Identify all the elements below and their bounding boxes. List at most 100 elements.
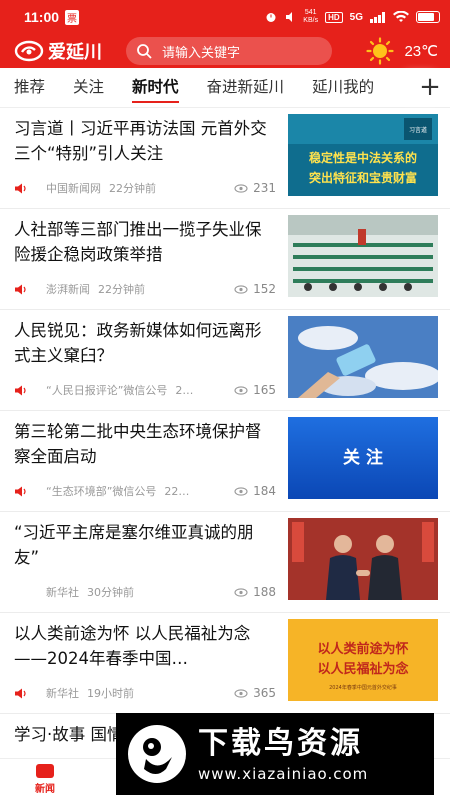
news-thumbnail[interactable]: [288, 518, 438, 600]
nav-news-label: 新闻: [35, 784, 55, 795]
news-meta: 新华社 19小时前 365: [14, 685, 276, 701]
eye-icon: [234, 385, 248, 395]
news-source: 澎湃新闻: [46, 283, 90, 296]
news-item[interactable]: 以人类前途为怀 以人民福祉为念——2024年春季中国… 新华社 19小时前 36…: [0, 613, 450, 714]
weather-widget[interactable]: 23℃: [366, 37, 438, 65]
news-feed: 习言道丨习近平再访法国 元首外交三个“特别”引人关注 中国新闻网 22分钟前 2…: [0, 108, 450, 758]
news-item[interactable]: 习言道丨习近平再访法国 元首外交三个“特别”引人关注 中国新闻网 22分钟前 2…: [0, 108, 450, 209]
view-count: 184: [234, 484, 276, 498]
news-item[interactable]: “习近平主席是塞尔维亚真诚的朋友” 新华社 30分钟前 188: [0, 512, 450, 613]
news-time: 22分钟前: [98, 283, 145, 296]
temperature: 23℃: [404, 43, 438, 60]
view-count: 165: [234, 383, 276, 397]
news-source: “生态环境部”微信公号: [46, 485, 157, 498]
status-bar: 11:00 票 541 KB/s HD 5G: [0, 0, 450, 34]
news-source: 新华社: [46, 586, 79, 599]
news-title: 习言道丨习近平再访法国 元首外交三个“特别”引人关注: [14, 119, 267, 163]
tab-follow[interactable]: 关注: [73, 68, 104, 108]
logo-text: 爱延川: [48, 42, 102, 63]
add-tab-icon[interactable]: +: [416, 74, 444, 102]
carrier-badge: 票: [65, 9, 80, 25]
thumb-line-1: 稳定性是中法关系的: [309, 150, 417, 165]
network-speed: 541 KB/s: [303, 9, 319, 24]
news-item[interactable]: 第三轮第二批中央生态环境保护督察全面启动 “生态环境部”微信公号 22… 184…: [0, 411, 450, 512]
tab-yanchuan-mine[interactable]: 延川我的: [312, 68, 374, 108]
views-number: 152: [253, 282, 276, 296]
views-number: 165: [253, 383, 276, 397]
tab-recommend[interactable]: 推荐: [14, 68, 45, 108]
thumb-line-2: 突出特征和宝贵财富: [309, 170, 417, 185]
views-number: 365: [253, 686, 276, 700]
views-number: 231: [253, 181, 276, 195]
view-count: 152: [234, 282, 276, 296]
news-time: 2…: [175, 383, 194, 397]
news-meta: 中国新闻网 22分钟前 231: [14, 180, 276, 196]
watermark-cn: 下载鸟资源: [198, 726, 363, 761]
thumb-line-1: 以人类前途为怀: [317, 641, 408, 657]
signal-5g: 5G: [349, 11, 363, 23]
thumb-line-1: 关 注: [343, 447, 383, 468]
speaker-icon[interactable]: [14, 688, 28, 699]
news-title: 以人类前途为怀 以人民福祉为念——2024年春季中国…: [14, 624, 251, 668]
news-source: 中国新闻网: [46, 182, 101, 195]
eye-icon: [234, 183, 248, 193]
news-meta: “人民日报评论”微信公号 2… 165: [14, 382, 276, 398]
news-time: 22…: [164, 484, 190, 498]
wifi-icon: [393, 11, 409, 22]
watermark-url: www.xiazainiao.com: [198, 765, 369, 783]
watermark-logo-icon: [128, 725, 186, 783]
news-thumbnail[interactable]: 习言道 稳定性是中法关系的 突出特征和宝贵财富: [288, 114, 438, 196]
search-icon: [137, 44, 152, 59]
news-time: 30分钟前: [87, 586, 134, 599]
sun-icon: [366, 37, 395, 65]
logo-icon: [14, 40, 44, 62]
news-title: “习近平主席是塞尔维亚真诚的朋友”: [14, 523, 254, 567]
signal-bars-icon: [370, 11, 385, 23]
battery-icon: [416, 11, 440, 23]
eye-icon: [234, 688, 248, 698]
nav-news[interactable]: 新闻: [0, 759, 90, 800]
news-title: 第三轮第二批中央生态环境保护督察全面启动: [14, 422, 262, 466]
news-meta: 新华社 30分钟前 188: [14, 584, 276, 600]
news-item[interactable]: 人民锐见：政务新媒体如何远离形式主义窠臼？ “人民日报评论”微信公号 2… 16…: [0, 310, 450, 411]
thumb-line-3: 2024年春季中国元首外交纪事: [329, 684, 397, 691]
news-item[interactable]: 人社部等三部门推出一揽子失业保险援企稳岗政策举措 澎湃新闻 22分钟前 152: [0, 209, 450, 310]
eye-icon: [234, 284, 248, 294]
view-count: 365: [234, 686, 276, 700]
views-number: 184: [253, 484, 276, 498]
speaker-icon[interactable]: [14, 486, 28, 497]
news-thumbnail[interactable]: 关 注: [288, 417, 438, 499]
news-thumbnail[interactable]: 以人类前途为怀 以人民福祉为念 2024年春季中国元首外交纪事: [288, 619, 438, 701]
eye-icon: [234, 587, 248, 597]
tab-yanchuan-progress[interactable]: 奋进新延川: [207, 68, 285, 108]
news-time: 22分钟前: [109, 182, 156, 195]
view-count: 231: [234, 181, 276, 195]
tab-new-era[interactable]: 新时代: [132, 68, 179, 108]
watermark-text: 下载鸟资源 www.xiazainiao.com: [198, 725, 368, 783]
news-meta: 澎湃新闻 22分钟前 152: [14, 281, 276, 297]
app-header: 爱延川 请输入关键字 23℃: [0, 34, 450, 68]
news-thumbnail[interactable]: [288, 215, 438, 297]
news-source: 新华社: [46, 687, 79, 700]
news-meta: “生态环境部”微信公号 22… 184: [14, 483, 276, 499]
views-number: 188: [253, 585, 276, 599]
app-logo[interactable]: 爱延川: [14, 38, 102, 64]
news-thumbnail[interactable]: [288, 316, 438, 398]
news-icon: [36, 764, 54, 778]
news-title: 人民锐见：政务新媒体如何远离形式主义窠臼？: [14, 321, 262, 365]
news-time: 19小时前: [87, 687, 134, 700]
watermark: 下载鸟资源 www.xiazainiao.com: [116, 713, 434, 795]
channel-tabs: 推荐 关注 新时代 奋进新延川 延川我的 +: [0, 68, 450, 108]
search-placeholder: 请输入关键字: [162, 45, 241, 61]
status-icons: 541 KB/s HD 5G: [265, 9, 440, 25]
eye-icon: [234, 486, 248, 496]
thumb-line-2: 以人民福祉为念: [317, 661, 408, 677]
hd-badge: HD: [325, 11, 343, 23]
alarm-icon: [266, 13, 276, 22]
speaker-icon[interactable]: [14, 284, 28, 295]
search-input[interactable]: 请输入关键字: [126, 37, 332, 65]
thumb-badge: 习言道: [409, 126, 427, 134]
speaker-icon[interactable]: [14, 183, 28, 194]
speaker-icon[interactable]: [14, 385, 28, 396]
view-count: 188: [234, 585, 276, 599]
